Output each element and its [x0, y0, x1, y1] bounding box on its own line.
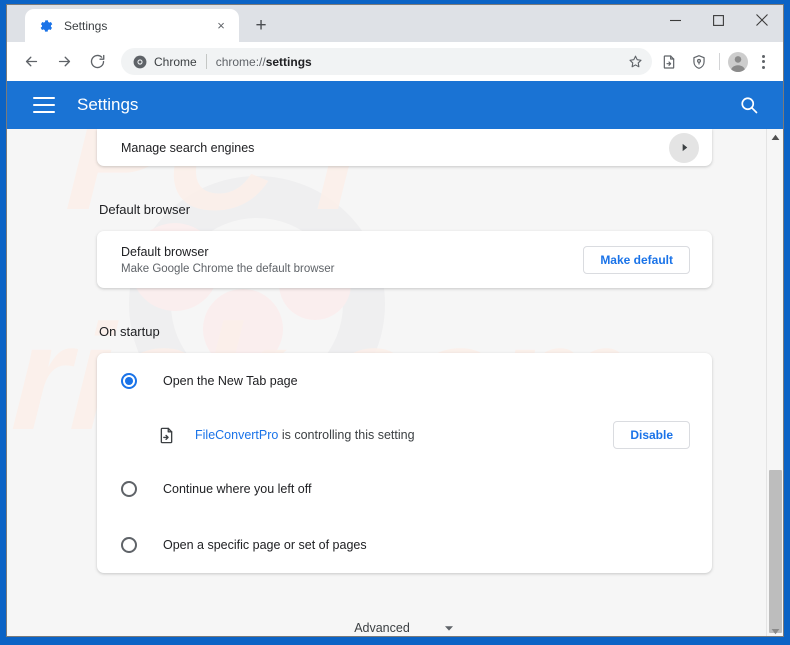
browser-tab-settings[interactable]: Settings ×: [25, 9, 239, 42]
hamburger-line: [33, 97, 55, 99]
startup-option-label: Continue where you left off: [163, 482, 312, 496]
chevron-down-icon[interactable]: [443, 622, 455, 634]
scrollbar-thumb[interactable]: [769, 470, 782, 633]
default-browser-title: Default browser: [121, 244, 209, 259]
on-startup-card: Open the New Tab page FileConvertPro is …: [97, 353, 712, 573]
default-browser-card: Default browser Make Google Chrome the d…: [97, 231, 712, 288]
extension-name[interactable]: FileConvertPro: [195, 428, 278, 442]
startup-option-label: Open the New Tab page: [163, 374, 298, 388]
radio-continue-where-left-off[interactable]: [121, 481, 137, 497]
extension-notice-suffix: is controlling this setting: [278, 428, 415, 442]
url-path: settings: [265, 54, 312, 69]
forward-arrow-icon[interactable]: [50, 48, 78, 76]
radio-specific-pages[interactable]: [121, 537, 137, 553]
make-default-button[interactable]: Make default: [583, 245, 690, 274]
share-icon[interactable]: [655, 48, 682, 75]
startup-option-continue[interactable]: Continue where you left off: [121, 461, 690, 517]
browser-window: Settings × + Chrome chrome://settings Se…: [0, 0, 790, 645]
settings-page: Manage search engines Default browser De…: [7, 129, 780, 635]
manage-search-engines-label: Manage search engines: [121, 140, 255, 155]
settings-content: PC r risk.com Manage search engines Defa…: [7, 129, 780, 636]
radio-new-tab[interactable]: [121, 373, 137, 389]
advanced-label: Advanced: [354, 621, 410, 635]
manage-search-engines-row[interactable]: Manage search engines: [97, 129, 712, 166]
address-bar[interactable]: Chrome chrome://settings: [121, 48, 652, 75]
three-dot-menu-icon[interactable]: [750, 49, 776, 75]
vertical-scrollbar[interactable]: [766, 129, 783, 636]
star-icon[interactable]: [624, 51, 646, 73]
advanced-toggle[interactable]: Advanced: [97, 621, 712, 635]
back-arrow-icon[interactable]: [17, 48, 45, 76]
toolbar-divider: [719, 53, 720, 70]
extension-notice-text: FileConvertPro is controlling this setti…: [195, 428, 613, 442]
startup-option-label: Open a specific page or set of pages: [163, 538, 367, 552]
chevron-right-icon[interactable]: [669, 132, 699, 163]
default-browser-section-title: Default browser: [99, 202, 191, 217]
disable-extension-button[interactable]: Disable: [613, 421, 690, 449]
reload-icon[interactable]: [83, 48, 111, 76]
extension-controls-notice: FileConvertPro is controlling this setti…: [121, 409, 690, 461]
window-controls: [654, 5, 783, 35]
url-text: chrome://settings: [216, 55, 624, 69]
startup-option-new-tab[interactable]: Open the New Tab page: [121, 353, 690, 409]
settings-content-viewport: PC r risk.com Manage search engines Defa…: [7, 129, 783, 636]
minimize-icon[interactable]: [654, 5, 697, 35]
avatar[interactable]: [728, 51, 748, 72]
tab-title: Settings: [64, 18, 108, 33]
menu-dot: [761, 60, 765, 63]
startup-option-specific-pages[interactable]: Open a specific page or set of pages: [121, 517, 690, 573]
maximize-icon[interactable]: [697, 5, 740, 35]
omnibox-divider: [205, 54, 207, 69]
menu-dot: [761, 65, 765, 69]
window-inner: Settings × + Chrome chrome://settings Se…: [6, 4, 784, 637]
browser-toolbar: Chrome chrome://settings: [7, 42, 783, 81]
page-title: Settings: [77, 95, 139, 114]
tab-strip: Settings × +: [7, 5, 783, 42]
hamburger-icon[interactable]: [33, 97, 55, 113]
default-browser-subtitle: Make Google Chrome the default browser: [121, 262, 335, 275]
on-startup-section-title: On startup: [99, 324, 160, 339]
close-icon[interactable]: [740, 5, 783, 35]
hamburger-line: [33, 111, 55, 113]
scroll-up-arrow-icon[interactable]: [767, 129, 783, 146]
file-arrow-icon: [156, 425, 176, 445]
close-tab-icon[interactable]: ×: [212, 17, 230, 35]
url-prefix: chrome://: [215, 54, 266, 69]
hamburger-line: [33, 104, 55, 106]
site-chip-label: Chrome: [154, 54, 197, 69]
default-browser-texts: Default browser Make Google Chrome the d…: [121, 245, 583, 275]
scroll-down-arrow-icon[interactable]: [767, 623, 783, 636]
new-tab-button[interactable]: +: [247, 11, 275, 39]
gear-icon: [38, 18, 54, 34]
search-icon[interactable]: [737, 93, 761, 117]
menu-dot: [761, 54, 765, 58]
chrome-logo-icon: [132, 54, 147, 69]
shield-icon[interactable]: [685, 48, 712, 75]
settings-header: Settings: [7, 81, 783, 129]
